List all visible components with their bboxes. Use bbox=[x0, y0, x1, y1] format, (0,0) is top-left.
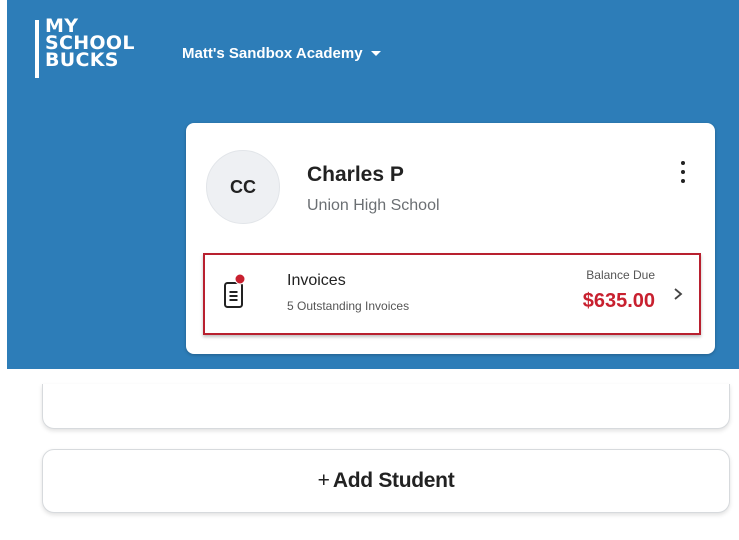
plus-icon: + bbox=[317, 469, 330, 492]
student-school: Union High School bbox=[307, 197, 440, 214]
student-card-bottom-edge bbox=[42, 384, 730, 429]
invoices-title: Invoices bbox=[287, 272, 346, 289]
caret-down-icon bbox=[370, 51, 381, 56]
student-card: CC Charles P Union High School Invoices … bbox=[186, 123, 715, 354]
student-name: Charles P bbox=[307, 163, 404, 186]
invoice-document-icon bbox=[224, 274, 245, 308]
avatar-initials: CC bbox=[230, 176, 256, 197]
balance-due-amount: $635.00 bbox=[582, 290, 655, 312]
avatar: CC bbox=[206, 150, 280, 224]
myschoolbucks-logo[interactable]: MY SCHOOL BUCKS bbox=[35, 17, 150, 82]
school-selector-label: Matt's Sandbox Academy bbox=[182, 45, 363, 62]
logo-line-3: BUCKS bbox=[45, 49, 119, 71]
add-student-label: Add Student bbox=[332, 469, 455, 492]
balance-due-label: Balance Due bbox=[586, 268, 655, 282]
header-banner: MY SCHOOL BUCKS Matt's Sandbox Academy C… bbox=[7, 0, 739, 369]
school-selector-dropdown[interactable]: Matt's Sandbox Academy bbox=[182, 45, 381, 62]
chevron-right-icon bbox=[674, 288, 683, 300]
invoices-subtitle: 5 Outstanding Invoices bbox=[287, 299, 410, 313]
add-student-button[interactable]: + Add Student bbox=[42, 449, 730, 513]
invoices-row[interactable]: Invoices 5 Outstanding Invoices Balance … bbox=[203, 253, 701, 335]
logo-text: MY SCHOOL BUCKS bbox=[45, 17, 135, 71]
logo-bar bbox=[35, 20, 39, 78]
more-options-icon[interactable] bbox=[678, 161, 688, 183]
